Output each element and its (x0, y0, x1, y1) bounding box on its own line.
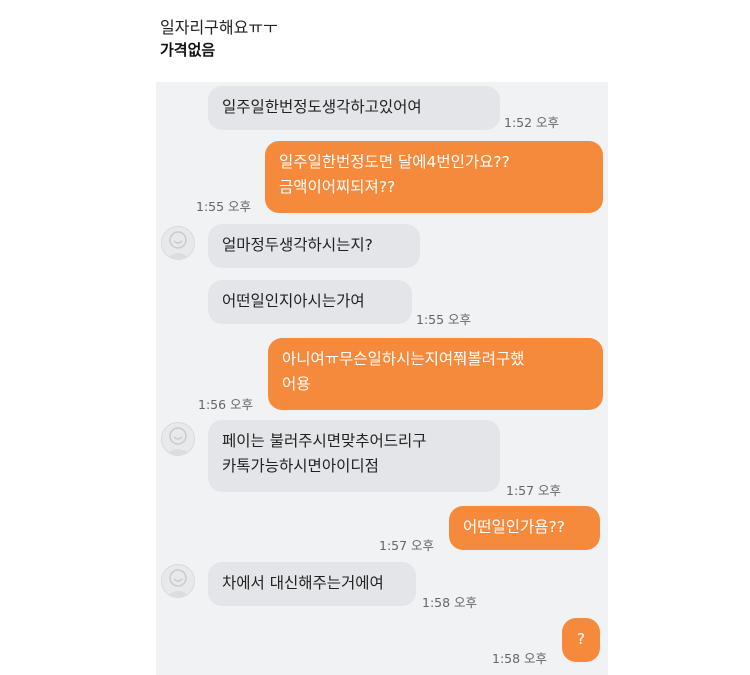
smiley-avatar-icon (166, 231, 190, 259)
message-line: 페이는 불러주시면맞추어드리구 (222, 432, 427, 450)
post-title: 일자리구해요ㅠㅜ (160, 18, 278, 37)
message-line: 아니여ㅠ무슨일하시는지여쭤볼려구했 (282, 350, 525, 368)
outgoing-message: ? (562, 618, 600, 662)
message-line: 일주일한번정도면 달에4번인가요?? (279, 153, 510, 171)
outgoing-message: 어떤일인가욤?? (449, 506, 600, 550)
message-time: 1:55 오후 (196, 199, 252, 214)
message-time: 1:52 오후 (504, 115, 560, 130)
message-line: 일주일한번정도생각하고있어여 (222, 98, 422, 116)
smiley-avatar-icon (166, 569, 190, 597)
avatar[interactable] (161, 226, 195, 260)
message-line: 금액이어찌되져?? (279, 178, 396, 196)
incoming-message: 어떤일인지아시는가여 (208, 280, 412, 324)
message-time: 1:58 오후 (422, 595, 478, 610)
message-time: 1:57 오후 (506, 483, 562, 498)
message-line: ? (576, 630, 586, 648)
message-line: 차에서 대신해주는거에여 (222, 574, 384, 592)
message-time: 1:56 오후 (198, 397, 254, 412)
message-time: 1:55 오후 (416, 312, 472, 327)
outgoing-message: 아니여ㅠ무슨일하시는지여쭤볼려구했 어용 (268, 338, 603, 410)
incoming-message: 페이는 불러주시면맞추어드리구 카톡가능하시면아이디점 (208, 420, 500, 492)
message-line: 어떤일인지아시는가여 (222, 292, 365, 310)
message-line: 어용 (282, 375, 311, 393)
message-time: 1:57 오후 (379, 538, 435, 553)
avatar[interactable] (161, 422, 195, 456)
incoming-message: 차에서 대신해주는거에여 (208, 562, 416, 606)
message-line: 어떤일인가욤?? (463, 518, 566, 536)
chat-area[interactable]: 일주일한번정도생각하고있어여 1:52 오후 일주일한번정도면 달에4번인가요?… (156, 82, 608, 675)
chat-header: 일자리구해요ㅠㅜ 가격없음 (0, 0, 750, 82)
message-line: 얼마정두생각하시는지? (222, 236, 373, 254)
incoming-message: 얼마정두생각하시는지? (208, 224, 420, 268)
message-time: 1:58 오후 (492, 651, 548, 666)
incoming-message: 일주일한번정도생각하고있어여 (208, 86, 500, 130)
avatar[interactable] (161, 564, 195, 598)
post-price: 가격없음 (160, 41, 216, 59)
outgoing-message: 일주일한번정도면 달에4번인가요?? 금액이어찌되져?? (265, 141, 603, 213)
message-line: 카톡가능하시면아이디점 (222, 457, 379, 475)
smiley-avatar-icon (166, 427, 190, 455)
